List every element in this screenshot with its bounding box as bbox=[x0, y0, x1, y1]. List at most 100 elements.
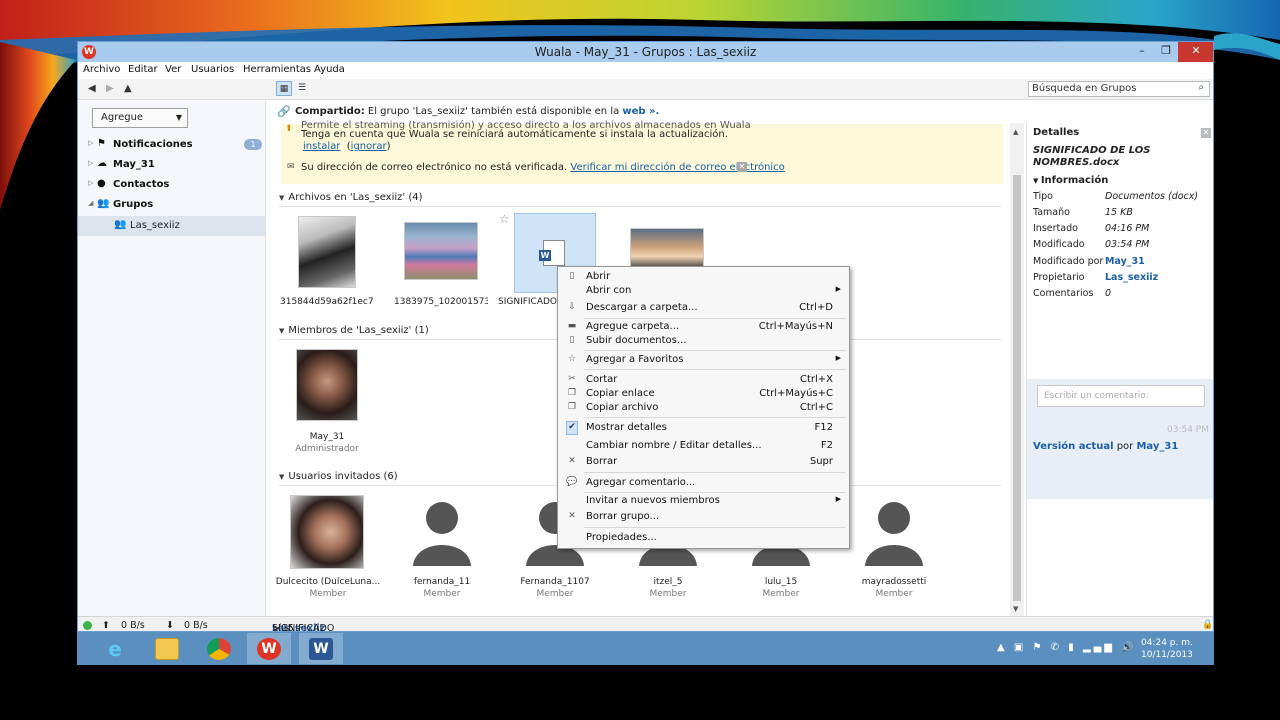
maximize-button[interactable]: ❐ bbox=[1154, 42, 1178, 62]
modified-by-link[interactable]: May_31 bbox=[1105, 256, 1145, 267]
menu-archivo[interactable]: Archivo bbox=[83, 64, 120, 75]
menu-herramientas[interactable]: Herramientas bbox=[243, 64, 311, 75]
menu-item-label: Agregar comentario... bbox=[586, 477, 696, 488]
star-icon[interactable]: ☆ bbox=[499, 212, 510, 226]
default-avatar-icon[interactable] bbox=[411, 500, 473, 566]
menu-item-agregue-carpeta[interactable]: ▬ Agregue carpeta... Ctrl+Mayús+N bbox=[558, 320, 849, 334]
invited-section-header[interactable]: ▼ Usuarios invitados (6) bbox=[279, 471, 398, 482]
invited-user-role: Member bbox=[536, 589, 574, 599]
menu-item-invitar[interactable]: Invitar a nuevos miembros ▶ bbox=[558, 494, 849, 508]
taskbar-ie[interactable]: e bbox=[93, 633, 137, 664]
menu-item-mostrar-detalles[interactable]: ✔ Mostrar detalles F12 bbox=[558, 421, 849, 435]
collapse-icon[interactable]: ▼ bbox=[279, 473, 284, 481]
collapse-icon[interactable]: ▼ bbox=[279, 327, 284, 335]
search-placeholder: Búsqueda en Grupos bbox=[1032, 83, 1137, 94]
search-input[interactable]: Búsqueda en Grupos ⌕ bbox=[1028, 81, 1210, 97]
default-avatar-icon[interactable] bbox=[863, 500, 925, 566]
members-section-header[interactable]: ▼ Miembros de 'Las_sexiiz' (1) bbox=[279, 325, 429, 336]
menu-item-borrar[interactable]: ✕ Borrar Supr bbox=[558, 455, 849, 469]
photo-thumbnail bbox=[630, 228, 704, 268]
current-version-link[interactable]: Versión actual bbox=[1033, 441, 1114, 452]
file-item[interactable]: 315844d59a62f1ec747a... bbox=[280, 216, 374, 307]
list-view-icon[interactable]: ☰ bbox=[294, 81, 310, 96]
info-section-header[interactable]: ▼ Información bbox=[1033, 175, 1108, 186]
search-icon[interactable]: ⌕ bbox=[1198, 82, 1204, 93]
main-scrollbar[interactable]: ▲ ▼ bbox=[1010, 123, 1024, 616]
sidebar-item-notificaciones[interactable]: ▷ ⚑ Notificaciones 1 bbox=[78, 136, 266, 154]
comment-input[interactable]: Escribir un comentario: bbox=[1037, 385, 1205, 407]
sidebar-item-contactos[interactable]: ▷ ● Contactos bbox=[78, 176, 266, 194]
ignore-link[interactable]: ignorar bbox=[351, 141, 387, 152]
sidebar-item-grupos[interactable]: ◢ 👥 Grupos bbox=[78, 196, 266, 214]
forward-arrow-icon[interactable]: ▶ bbox=[106, 83, 114, 94]
add-dropdown[interactable]: Agregue ▼ bbox=[92, 108, 188, 128]
sidebar-item-may31[interactable]: ▷ ☁ May_31 bbox=[78, 156, 266, 174]
collapse-icon[interactable]: ▼ bbox=[279, 194, 284, 202]
scrollbar-thumb[interactable] bbox=[1013, 175, 1021, 601]
path-size: (15 KB) bbox=[278, 623, 294, 632]
word-document-icon: W bbox=[539, 240, 565, 266]
system-tray[interactable]: ▲ ▣ ⚑ ✆ ▮ ▂▄▆ 🔊 bbox=[997, 642, 1137, 653]
clock-date: 10/11/2013 bbox=[1141, 650, 1193, 660]
menu-separator bbox=[584, 492, 846, 493]
detail-value: 03:54 PM bbox=[1105, 239, 1150, 250]
verify-email-link[interactable]: Verificar mi dirección de correo electró… bbox=[570, 162, 784, 173]
scroll-down-icon[interactable]: ▼ bbox=[1013, 605, 1018, 613]
menu-item-abrir-con[interactable]: Abrir con ▶ bbox=[558, 284, 849, 298]
close-icon[interactable]: ✕ bbox=[737, 162, 747, 172]
version-by-text: por bbox=[1113, 441, 1137, 452]
menu-item-propiedades[interactable]: Propiedades... bbox=[558, 531, 849, 545]
menu-item-agregar-comentario[interactable]: 💬 Agregar comentario... bbox=[558, 476, 849, 490]
install-link[interactable]: instalar bbox=[303, 141, 340, 152]
detail-key: Insertado bbox=[1033, 223, 1078, 234]
up-arrow-icon[interactable]: ▲ bbox=[124, 83, 132, 94]
menu-item-descargar[interactable]: ⇩ Descargar a carpeta... Ctrl+D bbox=[558, 301, 849, 315]
shared-text: Compartido: El grupo 'Las_sexiiz' tambié… bbox=[295, 106, 659, 117]
sidebar-item-las-sexiiz[interactable]: 👥 Las_sexiiz bbox=[78, 216, 266, 236]
menu-item-label: Borrar bbox=[586, 456, 618, 467]
menu-editar[interactable]: Editar bbox=[128, 64, 158, 75]
menu-item-abrir[interactable]: ▯ Abrir bbox=[558, 270, 849, 284]
invited-user-name: Fernanda_1107 bbox=[520, 577, 590, 587]
taskbar-wuala[interactable]: W bbox=[247, 633, 291, 664]
avatar[interactable] bbox=[290, 495, 364, 569]
taskbar-explorer[interactable] bbox=[145, 633, 189, 664]
menu-item-label: Subir documentos... bbox=[586, 335, 687, 346]
version-user-link[interactable]: May_31 bbox=[1136, 441, 1178, 452]
avatar[interactable] bbox=[296, 349, 358, 421]
file-item[interactable]: 1383975_102001573876... bbox=[394, 216, 488, 307]
collapse-icon[interactable]: ▼ bbox=[1033, 177, 1041, 185]
menu-item-cambiar-nombre[interactable]: Cambiar nombre / Editar detalles... F2 bbox=[558, 439, 849, 453]
scroll-up-icon[interactable]: ▲ bbox=[1013, 128, 1018, 136]
clock[interactable]: 04:24 p. m. 10/11/2013 bbox=[1141, 637, 1193, 661]
files-section-header[interactable]: ▼ Archivos en 'Las_sexiiz' (4) bbox=[279, 192, 423, 203]
menu-ayuda[interactable]: Ayuda bbox=[314, 64, 345, 75]
owner-link[interactable]: Las_sexiiz bbox=[1105, 272, 1158, 283]
grid-view-icon[interactable]: ▦ bbox=[276, 81, 292, 96]
expand-icon[interactable]: ▷ bbox=[88, 179, 93, 187]
menu-item-favoritos[interactable]: ☆ Agregar a Favoritos ▶ bbox=[558, 353, 849, 367]
taskbar-chrome[interactable] bbox=[197, 633, 241, 664]
menu-item-borrar-grupo[interactable]: ✕ Borrar grupo... bbox=[558, 510, 849, 524]
file-name: SIGNIFICADO bbox=[498, 297, 558, 307]
menu-separator bbox=[584, 350, 846, 351]
menu-item-subir[interactable]: ▯ Subir documentos... bbox=[558, 334, 849, 348]
close-icon[interactable]: ✕ bbox=[1201, 128, 1211, 138]
expand-icon[interactable]: ▷ bbox=[88, 159, 93, 167]
menu-usuarios[interactable]: Usuarios bbox=[191, 64, 234, 75]
shared-icon: 🔗 bbox=[277, 105, 291, 118]
back-arrow-icon[interactable]: ◀ bbox=[88, 83, 96, 94]
menu-item-cortar[interactable]: ✂ Cortar Ctrl+X bbox=[558, 373, 849, 387]
expand-icon[interactable]: ▷ bbox=[88, 139, 93, 147]
close-button[interactable]: ✕ bbox=[1178, 42, 1213, 62]
menu-item-copiar-enlace[interactable]: ❐ Copiar enlace Ctrl+Mayús+C bbox=[558, 387, 849, 401]
minimize-button[interactable]: – bbox=[1130, 42, 1154, 62]
toolbar: ◀ ▶ ▲ ▦ ☰ Búsqueda en Grupos ⌕ bbox=[78, 79, 1213, 100]
menu-item-copiar-archivo[interactable]: ❐ Copiar archivo Ctrl+C bbox=[558, 401, 849, 415]
web-link[interactable]: web ». bbox=[622, 106, 659, 117]
collapse-icon[interactable]: ◢ bbox=[88, 199, 93, 207]
menu-ver[interactable]: Ver bbox=[165, 64, 181, 75]
submenu-arrow-icon: ▶ bbox=[835, 354, 841, 362]
email-notice-text: Su dirección de correo electrónico no es… bbox=[301, 162, 568, 173]
taskbar-word[interactable]: W bbox=[299, 633, 343, 664]
